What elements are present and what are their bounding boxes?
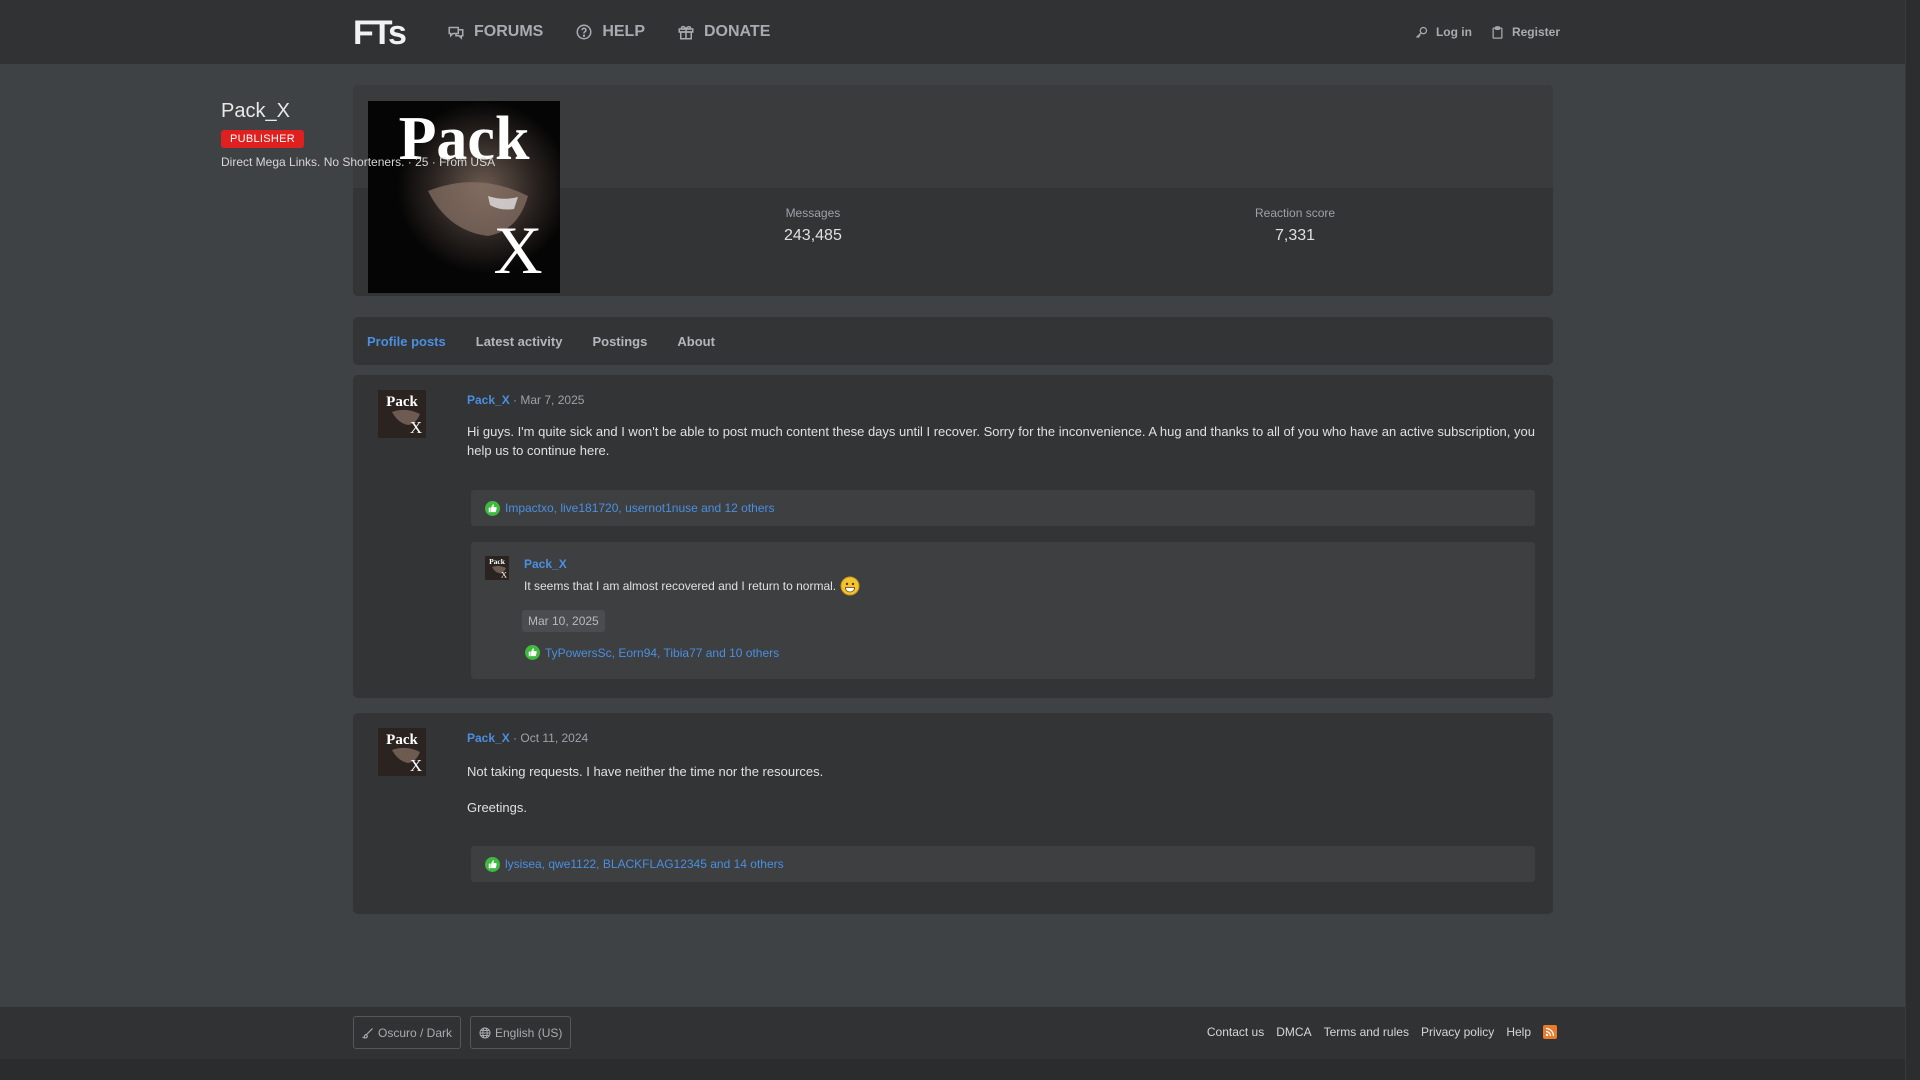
profile-post: Pack X Pack_X · Oct 11, 2024 Not taking … <box>353 713 1553 914</box>
user-title-badge: PUBLISHER <box>221 130 305 148</box>
comment-text: It seems that I am almost recovered and … <box>524 576 860 596</box>
tab-postings[interactable]: Postings <box>592 334 647 349</box>
style-chooser-label: Oscuro / Dark <box>378 1025 453 1040</box>
post-reactions-list[interactable]: lysisea, qwe1122, BLACKFLAG12345 and 14 … <box>505 857 784 871</box>
comments-icon <box>448 26 464 40</box>
post-body: Hi guys. I'm quite sick and I won't be a… <box>467 424 1535 458</box>
auth-links: Log in Register <box>1414 0 1560 64</box>
nav-donate[interactable]: DONATE <box>677 23 770 41</box>
post-date[interactable]: · Mar 7, 2025 <box>513 393 584 407</box>
post-author-link[interactable]: Pack_X <box>467 393 510 407</box>
avatar-image: Pack X <box>378 390 426 438</box>
comment-date[interactable]: Mar 10, 2025 <box>522 610 605 632</box>
footer-link-terms[interactable]: Terms and rules <box>1324 1025 1409 1039</box>
paintbrush-icon <box>362 1027 373 1039</box>
svg-text:Pack: Pack <box>386 394 418 410</box>
tab-profile-posts[interactable]: Profile posts <box>367 334 446 349</box>
comment-author-link[interactable]: Pack_X <box>524 557 567 571</box>
profile-meta: Direct Mega Links. No Shorteners. · 25 ·… <box>221 155 496 169</box>
site-logo[interactable]: FTs <box>353 14 417 48</box>
profile-post: Pack X Pack_X · Mar 7, 2025 Hi guys. I'm… <box>353 375 1553 698</box>
stat-messages-label: Messages <box>785 206 841 220</box>
footer-bottom-bar <box>0 1059 1905 1080</box>
footer <box>0 1007 1905 1059</box>
key-icon <box>1416 26 1428 38</box>
svg-text:X: X <box>493 212 542 288</box>
like-icon <box>485 856 500 872</box>
top-navbar: FTs FORUMS HELP DONATE Log in Register <box>0 0 1905 64</box>
smile-emoji-icon <box>840 576 860 596</box>
post-body-line: Not taking requests. I have neither the … <box>467 764 824 779</box>
svg-text:X: X <box>410 756 422 775</box>
comment-author-avatar[interactable]: Pack X <box>485 556 509 580</box>
stat-reaction-label: Reaction score <box>1255 206 1336 220</box>
comment-body: It seems that I am almost recovered and … <box>524 579 837 593</box>
post-comment: Pack X Pack_X It seems that I am almost … <box>471 542 1535 679</box>
comment-reactions-list[interactable]: TyPowersSc, Eorn94, Tibia77 and 10 other… <box>545 646 779 660</box>
language-chooser-label: English (US) <box>495 1025 563 1040</box>
profile-avatar[interactable]: Pack X <box>368 101 560 293</box>
stat-reaction-score[interactable]: Reaction score 7,331 <box>1255 206 1335 245</box>
svg-text:X: X <box>410 418 422 437</box>
post-header: Pack_X · Mar 7, 2025 <box>467 393 584 407</box>
avatar-image: Pack X <box>485 556 509 580</box>
nav-forums-label: FORUMS <box>474 23 544 40</box>
footer-link-privacy[interactable]: Privacy policy <box>1421 1025 1494 1039</box>
svg-text:FTs: FTs <box>353 14 406 48</box>
main-nav: FORUMS HELP DONATE <box>447 0 770 64</box>
post-reactions-list[interactable]: Impactxo, live181720, usernot1nuse and 1… <box>505 501 775 515</box>
post-reactions-bar[interactable]: Impactxo, live181720, usernot1nuse and 1… <box>471 490 1535 526</box>
clipboard-icon <box>1492 25 1503 39</box>
globe-icon <box>479 1027 491 1038</box>
rss-icon[interactable] <box>1543 1025 1557 1039</box>
nav-forums[interactable]: FORUMS <box>447 23 543 41</box>
register-link[interactable]: Register <box>1490 25 1560 40</box>
question-circle-icon <box>576 24 592 40</box>
footer-link-contact[interactable]: Contact us <box>1207 1025 1264 1039</box>
register-label: Register <box>1511 25 1560 39</box>
nav-help-label: HELP <box>602 23 645 40</box>
footer-links: Contact us DMCA Terms and rules Privacy … <box>1207 1025 1557 1039</box>
like-icon <box>525 645 540 660</box>
nav-help[interactable]: HELP <box>575 23 645 41</box>
avatar-image: Pack X <box>378 728 426 776</box>
style-chooser-button[interactable]: Oscuro / Dark <box>353 1016 462 1049</box>
post-header: Pack_X · Oct 11, 2024 <box>467 731 588 745</box>
gift-icon <box>678 25 694 40</box>
post-author-avatar[interactable]: Pack X <box>378 390 426 438</box>
footer-link-help[interactable]: Help <box>1506 1025 1531 1039</box>
login-link[interactable]: Log in <box>1414 25 1472 40</box>
post-reactions-bar[interactable]: lysisea, qwe1122, BLACKFLAG12345 and 14 … <box>471 846 1535 882</box>
language-chooser-button[interactable]: English (US) <box>470 1016 572 1049</box>
svg-text:X: X <box>501 570 507 580</box>
post-author-link[interactable]: Pack_X <box>467 731 510 745</box>
avatar-image: Pack X <box>368 101 560 293</box>
profile-tabs: Profile posts Latest activity Postings A… <box>353 317 1553 365</box>
stat-messages-value: 243,485 <box>784 227 842 244</box>
svg-text:Pack: Pack <box>489 557 506 566</box>
stat-reaction-value: 7,331 <box>1275 227 1316 244</box>
comment-reactions-bar[interactable]: TyPowersSc, Eorn94, Tibia77 and 10 other… <box>525 645 779 660</box>
login-label: Log in <box>1435 25 1472 39</box>
svg-text:Pack: Pack <box>386 732 418 748</box>
profile-username: Pack_X <box>221 100 290 122</box>
footer-link-dmca[interactable]: DMCA <box>1276 1025 1311 1039</box>
post-date[interactable]: · Oct 11, 2024 <box>513 731 588 745</box>
scrollbar[interactable] <box>1905 0 1920 1080</box>
like-icon <box>485 500 500 516</box>
stat-messages[interactable]: Messages 243,485 <box>784 206 842 245</box>
nav-donate-label: DONATE <box>704 23 771 40</box>
tab-latest-activity[interactable]: Latest activity <box>476 334 563 349</box>
profile-card: Pack X <box>353 85 1553 296</box>
post-body-line: Greetings. <box>467 800 527 815</box>
tab-about[interactable]: About <box>677 334 715 349</box>
post-author-avatar[interactable]: Pack X <box>378 728 426 776</box>
